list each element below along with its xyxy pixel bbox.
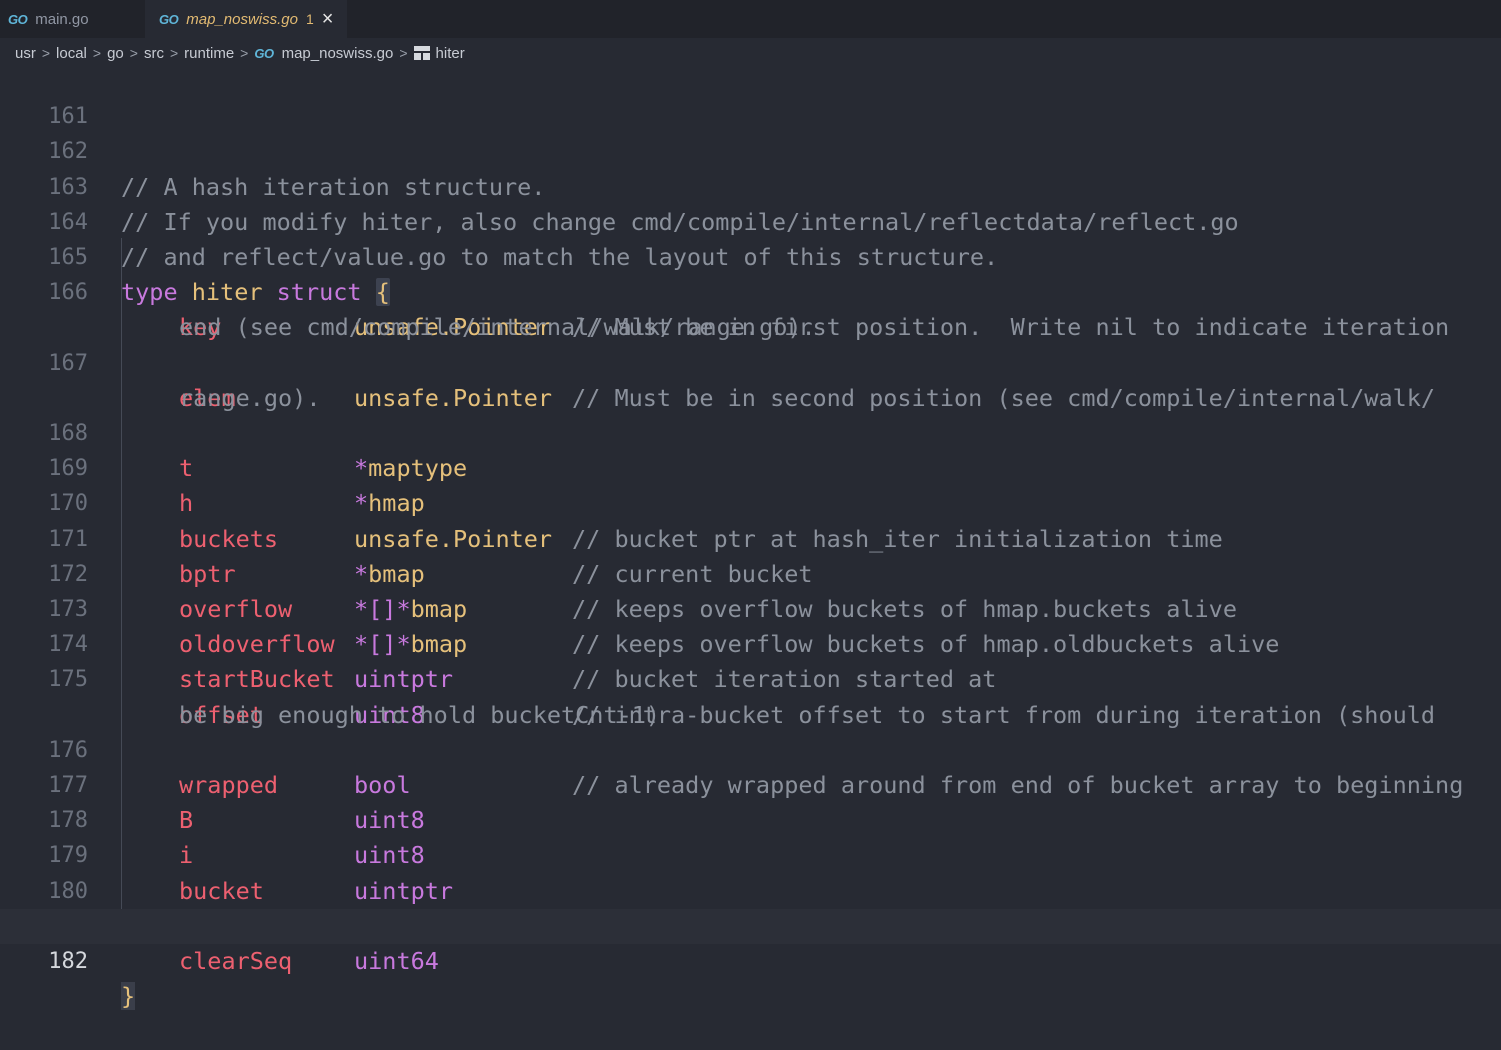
tab-label: main.go [35,10,89,28]
code-line: 165 type hiter struct { [0,205,1501,307]
chevron-right-icon: > [399,45,408,61]
tab-main-go[interactable]: GO main.go [0,0,145,38]
code-line: 179 bucket uintptr [0,803,1501,904]
code-editor[interactable]: 161 162 // A hash iteration structure. 1… [0,64,1501,1011]
go-file-icon: GO [254,45,274,61]
close-icon[interactable]: × [322,9,334,29]
code-line: 176 wrapped bool// already wrapped around… [0,698,1501,799]
code-line: 168 t *maptype [0,381,1501,482]
field-name: clearSeq [179,947,293,975]
code-line: 169 h *hmap [0,416,1501,517]
tab-bar: GO main.go GO map_noswiss.go 1 × [0,0,1501,38]
chevron-right-icon: > [169,45,179,61]
code-line: 166 key unsafe.Pointer// Must be in first… [0,240,1501,341]
code-line: 174 startBucket uintptr// bucket iteratio… [0,592,1501,693]
code-line: 161 [0,64,1501,129]
code-line: 173 oldoverflow *[]*bmap// keeps overflow… [0,557,1501,658]
chevron-right-icon: > [41,45,51,61]
code-line: 175 offset uint8// intra-bucket offset to… [0,627,1501,728]
problem-count-badge: 1 [305,11,314,27]
breadcrumb-item-symbol[interactable]: hiter [436,45,465,62]
struct-icon [413,46,430,60]
code-line-current: 182 } [0,908,1501,1011]
code-line: 162 // A hash iteration structure. [0,99,1501,200]
code-line: 171 bptr *bmap// current bucket [0,486,1501,588]
code-line: 180 checkBucketuintptr [0,838,1501,940]
code-line-wrap: be big enough to hold bucketCnt-1) [0,662,1501,729]
tab-label: map_noswiss.go [186,10,298,28]
breadcrumb-item-runtime[interactable]: runtime [184,45,234,62]
code-line: 181 clearSequint64 [0,874,1501,975]
type-name: uint64 [354,947,439,975]
go-file-icon: GO [8,11,28,27]
code-line: 170 buckets unsafe.Pointer// bucket ptr a… [0,451,1501,552]
breadcrumb-item-usr[interactable]: usr [15,45,36,62]
breadcrumb-item-src[interactable]: src [144,45,164,62]
matched-brace: } [121,982,136,1011]
chevron-right-icon: > [129,45,138,61]
line-number: 182 [48,949,88,974]
tab-map-noswiss-go[interactable]: GO map_noswiss.go 1 × [145,0,347,38]
code-line: 172 overflow *[]*bmap// keeps overflow bu… [0,522,1501,623]
go-file-icon: GO [159,11,179,27]
code-line: 177 Buint8 [0,733,1501,834]
breadcrumb-item-local[interactable]: local [56,45,87,62]
chevron-right-icon: > [92,45,102,61]
code-text: clearSeq uint64 [179,944,439,979]
code-text: } [121,979,136,1014]
breadcrumb-item-file[interactable]: map_noswiss.go [282,45,394,62]
code-line-wrap: range.go). [0,346,1501,412]
code-line: 164 // and reflect/value.go to match the… [0,170,1501,271]
chevron-right-icon: > [240,45,249,61]
code-line: 163 // If you modify hiter, also change … [0,134,1501,236]
code-line-wrap: end (see cmd/compile/internal/walk/range… [0,275,1501,341]
code-line: 167 elem unsafe.Pointer// Must be in seco… [0,310,1501,412]
code-line: 178 i uint8 [0,768,1501,869]
breadcrumb-item-go[interactable]: go [107,45,124,62]
